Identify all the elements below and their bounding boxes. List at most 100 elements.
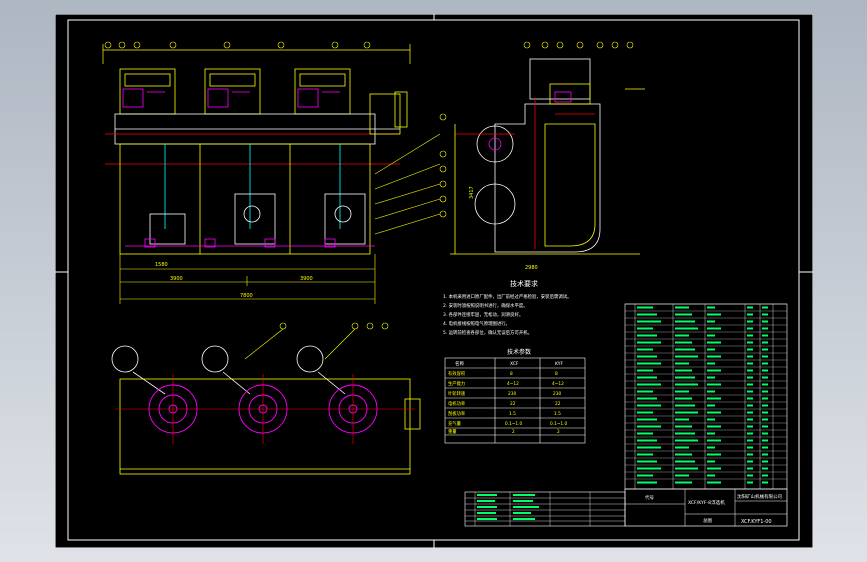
parts-entry-mark xyxy=(675,467,698,470)
parts-entry-mark xyxy=(762,460,768,463)
param-cell: 刮板功率 xyxy=(448,410,466,417)
bottom-parts-list xyxy=(464,491,626,527)
parts-entry-mark xyxy=(747,467,753,470)
parts-entry-mark xyxy=(675,481,692,484)
dim-offset: 1580 xyxy=(155,262,168,268)
parts-entry-mark xyxy=(707,362,715,365)
parts-entry-mark xyxy=(637,474,653,477)
parts-entry-mark xyxy=(637,390,653,393)
parts-list xyxy=(624,303,788,490)
drawing-label: 总图 xyxy=(703,517,712,524)
param-cell: 4~12 xyxy=(507,381,519,387)
parts-entry-mark xyxy=(675,404,695,407)
parts-entry-mark xyxy=(747,383,753,386)
parts-entry-mark xyxy=(707,313,721,316)
parts-entry-mark xyxy=(747,397,753,400)
param-cell: 叶轮转速 xyxy=(448,390,466,397)
parts-entry-mark xyxy=(637,425,661,428)
parts-entry-mark xyxy=(675,439,698,442)
title-block: 沈阳矿山机械有限公司 XCF/KYF-8浮选机 XCF.KYF1-00 总图 代… xyxy=(624,488,788,527)
parts-entry-mark xyxy=(762,348,768,351)
parts-entry-mark xyxy=(637,411,653,414)
parts-entry-mark xyxy=(762,481,768,484)
parts-entry-mark xyxy=(747,348,753,351)
code-label: 代号 xyxy=(645,494,654,501)
parts-entry-mark xyxy=(707,306,715,309)
param-cell: 22 xyxy=(510,401,516,407)
parts-entry-mark xyxy=(637,397,657,400)
parts-entry-mark xyxy=(762,390,768,393)
parts-entry-mark xyxy=(747,362,753,365)
parts-entry-mark xyxy=(707,446,715,449)
parts-entry-mark xyxy=(675,460,695,463)
parameter-table: 技术参数 名称 XCF KYF 有效容积 8 8 生产能力 4~12 4~12 … xyxy=(444,348,586,444)
parts-entry-mark xyxy=(762,341,768,344)
parts-entry-mark xyxy=(637,355,657,358)
parts-entry-mark xyxy=(762,418,768,421)
note-line: 1. 本机采用进口原厂配件，出厂前经过严格检验，安装后需调试。 xyxy=(443,293,572,300)
parts-entry-mark xyxy=(762,432,768,435)
parts-entry-mark xyxy=(637,306,653,309)
parts-entry-mark xyxy=(707,320,715,323)
parts-entry-mark xyxy=(747,439,753,442)
parts-entry-mark xyxy=(747,327,753,330)
technical-notes: 技术要求 1. 本机采用进口原厂配件，出厂前经过严格检验，安装后需调试。 2. … xyxy=(443,279,572,336)
parts-entry-mark xyxy=(675,348,695,351)
parts-entry-mark xyxy=(675,369,692,372)
parts-entry-mark xyxy=(675,425,692,428)
parts-entry-mark xyxy=(637,439,657,442)
param-header: KYF xyxy=(555,361,564,367)
parts-entry-mark xyxy=(762,327,768,330)
parts-entry-mark xyxy=(675,341,692,344)
param-header: 名称 xyxy=(455,360,464,367)
company-name: 沈阳矿山机械有限公司 xyxy=(737,493,782,500)
dim-height: 3417 xyxy=(469,186,475,199)
parts-entry-mark xyxy=(707,334,715,337)
parts-entry-mark xyxy=(637,334,657,337)
parts-entry-mark xyxy=(675,432,695,435)
drawing-sheet[interactable]: 3900 3900 7800 1580 3417 2980 技术要求 1. 本机… xyxy=(55,14,813,548)
parts-entry-mark xyxy=(637,341,661,344)
parts-entry-mark xyxy=(707,474,715,477)
parts-entry-mark xyxy=(675,453,692,456)
parts-entry-mark xyxy=(762,320,768,323)
param-cell: 8 xyxy=(555,371,558,377)
parts-entry-mark xyxy=(762,355,768,358)
drawing-number: XCF.KYF1-00 xyxy=(741,519,772,525)
note-line: 4. 电机接线按照电气原理图进行。 xyxy=(443,320,510,327)
parts-entry-mark xyxy=(747,376,753,379)
parts-entry-mark xyxy=(637,327,653,330)
param-cell: 生产能力 xyxy=(448,380,465,387)
param-cell: 1.5 xyxy=(509,411,516,417)
parts-entry-mark xyxy=(707,390,715,393)
parts-entry-mark xyxy=(747,404,753,407)
parts-entry-mark xyxy=(637,481,657,484)
param-cell: 充气量 xyxy=(448,420,462,427)
param-cell: 0.1~1.0 xyxy=(505,421,523,427)
parts-entry-mark xyxy=(747,446,753,449)
parts-entry-mark xyxy=(747,306,753,309)
param-cell: 1.5 xyxy=(554,411,561,417)
parts-entry-mark xyxy=(747,425,753,428)
parts-entry-mark xyxy=(675,474,689,477)
parts-entry-mark xyxy=(637,453,653,456)
parts-entry-mark xyxy=(747,390,753,393)
outer-border xyxy=(55,14,813,548)
params-title: 技术参数 xyxy=(507,348,531,356)
parts-entry-mark xyxy=(747,341,753,344)
parts-entry-mark xyxy=(675,397,692,400)
note-line: 2. 安装时须按照说明书进行，确保水平度。 xyxy=(443,302,528,309)
parts-entry-mark xyxy=(762,404,768,407)
dim-left: 3900 xyxy=(170,276,183,282)
parts-entry-mark xyxy=(637,320,661,323)
parts-entry-mark xyxy=(637,369,653,372)
parts-entry-mark xyxy=(747,369,753,372)
parts-entry-mark xyxy=(675,355,698,358)
parts-entry-mark xyxy=(762,425,768,428)
dim-total: 7800 xyxy=(240,293,253,299)
front-view: 3900 3900 7800 1580 xyxy=(102,41,447,304)
parts-entry-mark xyxy=(675,390,689,393)
param-cell: 230 xyxy=(508,391,516,397)
side-view: 3417 2980 xyxy=(450,41,645,271)
parts-entry-mark xyxy=(637,467,661,470)
